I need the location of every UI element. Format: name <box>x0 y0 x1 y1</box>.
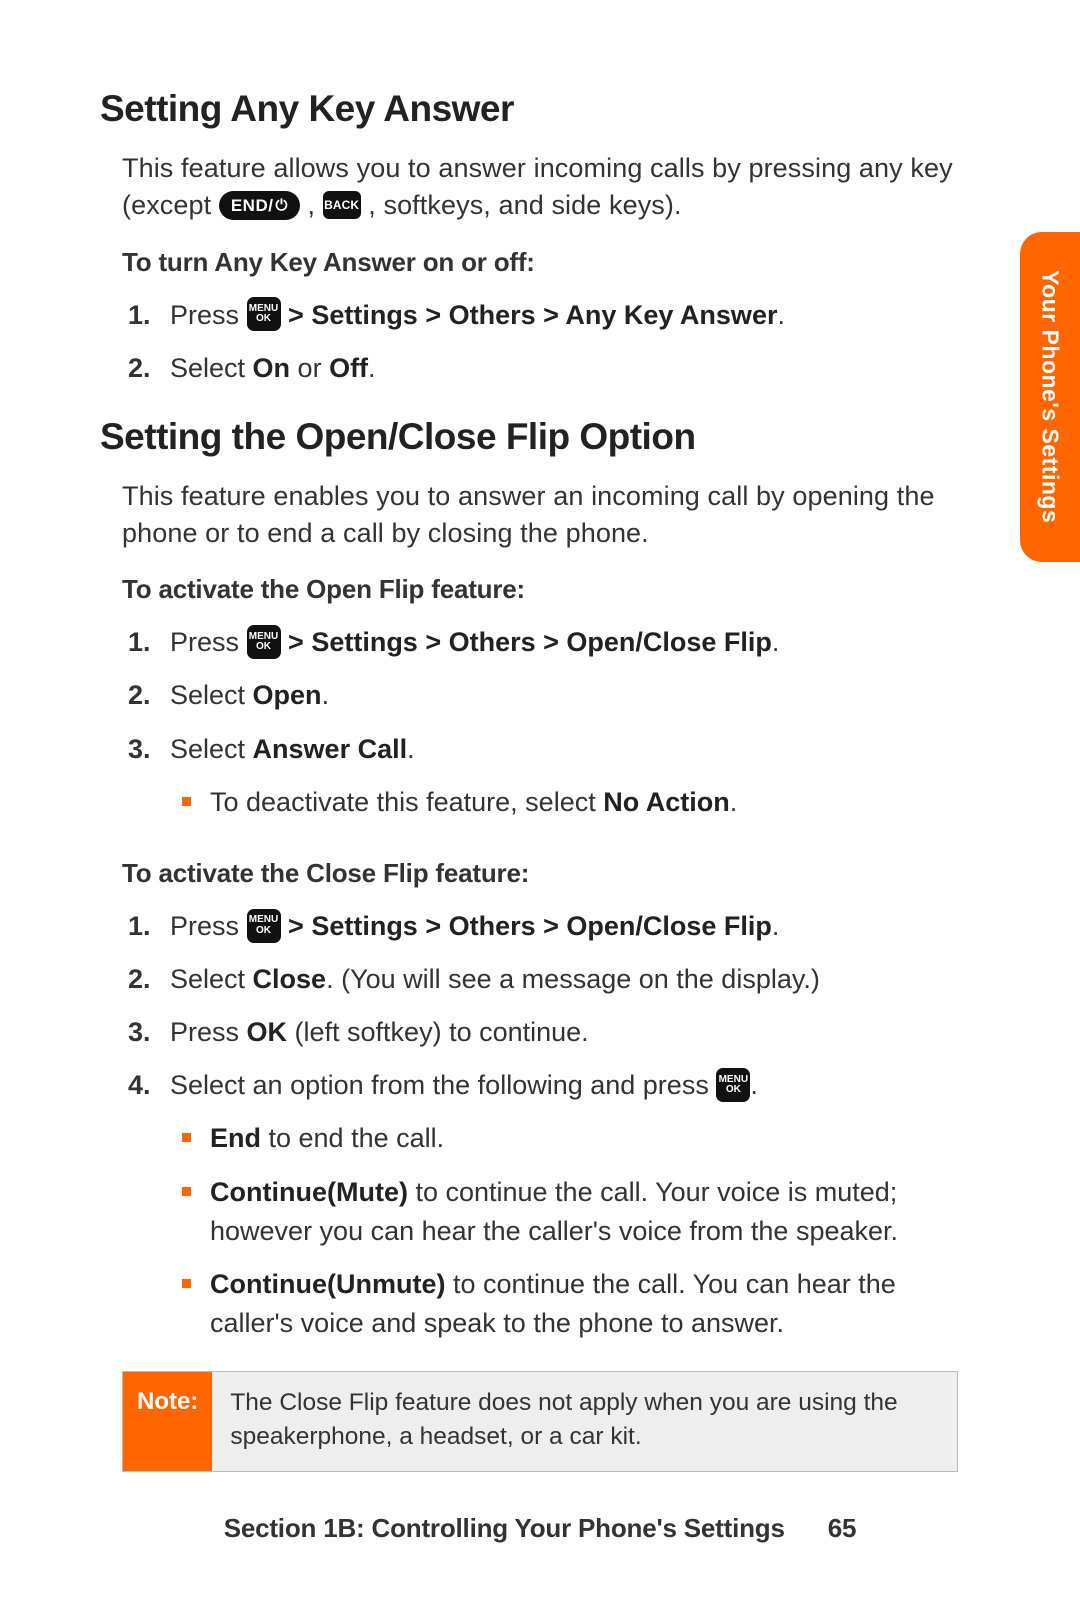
page-content: Setting Any Key Answer This feature allo… <box>0 0 1080 1472</box>
text: . <box>730 787 738 817</box>
text: . <box>368 353 376 383</box>
side-tab: Your Phone's Settings <box>1020 232 1080 562</box>
heading-any-key: Setting Any Key Answer <box>100 88 980 130</box>
text: Select <box>170 964 253 994</box>
bold: Answer Call <box>253 734 408 764</box>
text: To deactivate this feature, select <box>210 787 603 817</box>
menu-ok-key-icon: MENUOK <box>247 297 281 331</box>
bold-path: > Settings > Others > Open/Close Flip <box>288 627 772 657</box>
note-box: Note: The Close Flip feature does not ap… <box>122 1371 958 1472</box>
bold: End <box>210 1123 261 1153</box>
step-number: 1. <box>128 296 151 335</box>
text: , softkeys, and side keys). <box>368 190 681 220</box>
note-label: Note: <box>123 1372 212 1471</box>
text: . <box>777 300 785 330</box>
text: . <box>750 1070 758 1100</box>
step: 4. Select an option from the following a… <box>170 1066 980 1343</box>
subhead-anykey-toggle: To turn Any Key Answer on or off: <box>122 247 980 278</box>
text: . <box>772 911 780 941</box>
bold: Continue(Mute) <box>210 1177 408 1207</box>
step: 2. Select Open. <box>170 676 980 715</box>
text: Select an option from the following and … <box>170 1070 716 1100</box>
bold: Open <box>253 680 322 710</box>
steps-open-flip: 1. Press MENUOK > Settings > Others > Op… <box>100 623 980 822</box>
page-number: 65 <box>828 1513 857 1544</box>
step: 1. Press MENUOK > Settings > Others > Op… <box>170 623 980 662</box>
text: to end the call. <box>261 1123 444 1153</box>
steps-close-flip: 1. Press MENUOK > Settings > Others > Op… <box>100 907 980 1343</box>
step: 3. Press OK (left softkey) to continue. <box>170 1013 980 1052</box>
heading-open-close: Setting the Open/Close Flip Option <box>100 416 980 458</box>
bold-path: > Settings > Others > Open/Close Flip <box>288 911 772 941</box>
bold: No Action <box>603 787 729 817</box>
bold: Close <box>253 964 327 994</box>
text: , <box>307 190 322 220</box>
text: . <box>407 734 415 764</box>
steps-anykey: 1. Press MENUOK > Settings > Others > An… <box>100 296 980 388</box>
intro-open-close: This feature enables you to answer an in… <box>122 478 980 553</box>
text: Press <box>170 911 247 941</box>
menu-ok-key-icon: MENUOK <box>247 909 281 943</box>
step-number: 1. <box>128 907 151 946</box>
text: Select <box>170 734 253 764</box>
step-number: 3. <box>128 1013 151 1052</box>
menu-ok-key-icon: MENUOK <box>716 1068 750 1102</box>
text: Press <box>170 1017 247 1047</box>
sub-bullets: End to end the call. Continue(Mute) to c… <box>170 1119 980 1343</box>
menu-ok-key-icon: MENUOK <box>247 625 281 659</box>
step: 2. Select On or Off. <box>170 349 980 388</box>
side-tab-label: Your Phone's Settings <box>1037 270 1064 523</box>
step-number: 2. <box>128 960 151 999</box>
bold: Continue(Unmute) <box>210 1269 445 1299</box>
text: Press <box>170 300 247 330</box>
bullet: To deactivate this feature, select No Ac… <box>210 783 980 822</box>
bold: On <box>253 353 291 383</box>
subhead-open-flip: To activate the Open Flip feature: <box>122 574 980 605</box>
text: . (You will see a message on the display… <box>326 964 820 994</box>
bullet: Continue(Unmute) to continue the call. Y… <box>210 1265 980 1343</box>
step: 2. Select Close. (You will see a message… <box>170 960 980 999</box>
step-number: 2. <box>128 676 151 715</box>
step: 3. Select Answer Call. To deactivate thi… <box>170 730 980 822</box>
text: . <box>322 680 330 710</box>
sub-bullets: To deactivate this feature, select No Ac… <box>170 783 980 822</box>
back-key-icon: BACK <box>323 191 361 219</box>
step-number: 2. <box>128 349 151 388</box>
step-number: 4. <box>128 1066 151 1105</box>
step-number: 3. <box>128 730 151 769</box>
bullet: Continue(Mute) to continue the call. You… <box>210 1173 980 1251</box>
bold: Off <box>329 353 368 383</box>
page-footer: Section 1B: Controlling Your Phone's Set… <box>0 1513 1080 1544</box>
text: or <box>290 353 329 383</box>
text: (left softkey) to continue. <box>287 1017 589 1047</box>
footer-section: Section 1B: Controlling Your Phone's Set… <box>224 1513 785 1543</box>
step: 1. Press MENUOK > Settings > Others > An… <box>170 296 980 335</box>
text: Select <box>170 680 253 710</box>
note-text: The Close Flip feature does not apply wh… <box>212 1372 957 1471</box>
text: . <box>772 627 780 657</box>
bold-path: > Settings > Others > Any Key Answer <box>288 300 777 330</box>
text: Press <box>170 627 247 657</box>
step: 1. Press MENUOK > Settings > Others > Op… <box>170 907 980 946</box>
step-number: 1. <box>128 623 151 662</box>
end-key-icon: END/ <box>219 191 300 220</box>
bold: OK <box>247 1017 288 1047</box>
bullet: End to end the call. <box>210 1119 980 1158</box>
text: Select <box>170 353 253 383</box>
intro-any-key: This feature allows you to answer incomi… <box>122 150 980 225</box>
subhead-close-flip: To activate the Close Flip feature: <box>122 858 980 889</box>
